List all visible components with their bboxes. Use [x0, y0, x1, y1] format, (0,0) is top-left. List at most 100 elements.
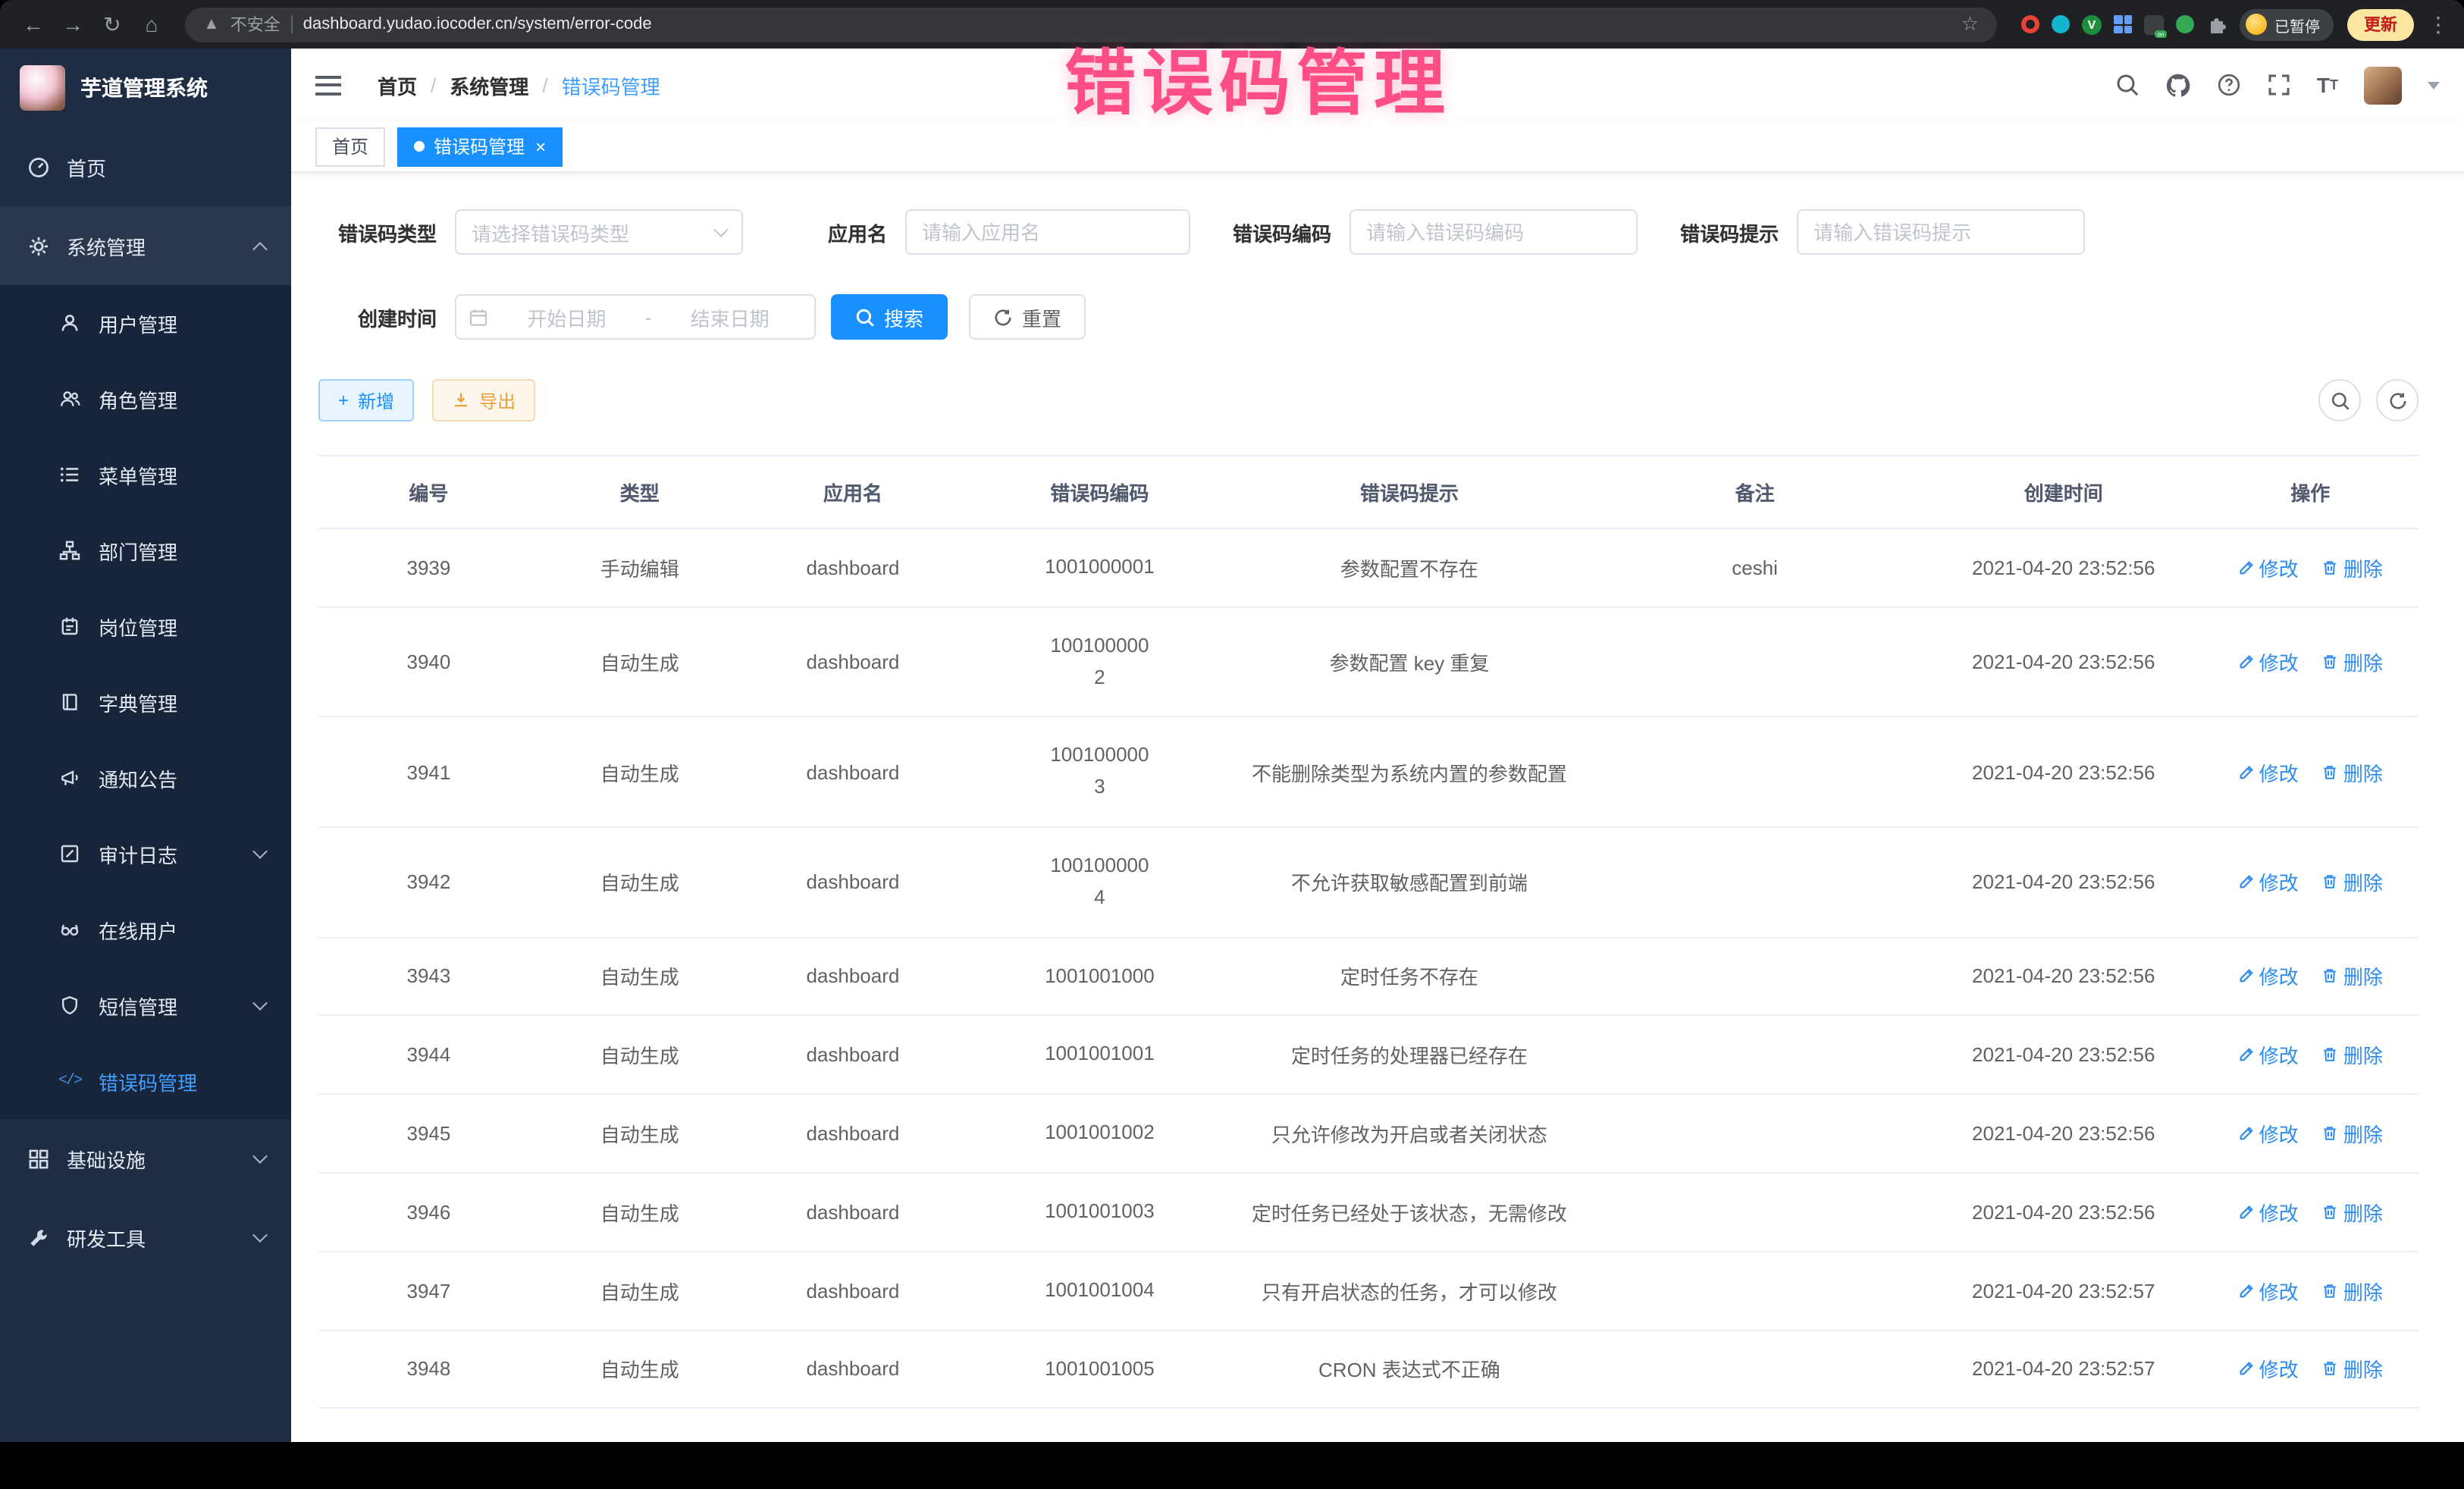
sidebar-item-dictionary[interactable]: 字典管理 — [0, 664, 291, 740]
cell-type: 自动生成 — [539, 717, 741, 827]
breadcrumb-system[interactable]: 系统管理 — [450, 71, 528, 99]
delete-link[interactable]: 删除 — [2322, 647, 2383, 676]
github-icon[interactable] — [2165, 72, 2191, 98]
fullscreen-icon[interactable] — [2267, 73, 2291, 97]
sidebar-item-online-users[interactable]: 在线用户 — [0, 892, 291, 967]
app-logo-row[interactable]: 芋道管理系统 — [0, 49, 291, 127]
edit-link[interactable]: 修改 — [2238, 1276, 2299, 1305]
sidebar-item-menus[interactable]: 菜单管理 — [0, 437, 291, 513]
cell-msg: 定时任务的处理器已经存在 — [1234, 1016, 1585, 1095]
export-button[interactable]: 导出 — [432, 379, 535, 422]
delete-link[interactable]: 删除 — [2322, 1041, 2383, 1070]
grid-extension-icon[interactable] — [2114, 15, 2132, 33]
user-avatar[interactable] — [2364, 66, 2402, 104]
profile-paused-badge[interactable]: 已暂停 — [2240, 8, 2334, 40]
error-type-select[interactable]: 请选择错误码类型 — [455, 209, 743, 255]
edit-link[interactable]: 修改 — [2238, 1198, 2299, 1227]
date-range-picker[interactable]: 开始日期 - 结束日期 — [455, 294, 816, 340]
breadcrumb-separator: / — [542, 74, 547, 96]
address-bar[interactable]: ▲ 不安全 dashboard.yudao.iocoder.cn/system/… — [185, 7, 1997, 42]
toggle-search-icon[interactable] — [2318, 379, 2361, 422]
cell-actions: 修改 删除 — [2202, 937, 2419, 1016]
delete-link[interactable]: 删除 — [2322, 962, 2383, 991]
sidebar-item-system[interactable]: 系统管理 — [0, 206, 291, 285]
close-icon[interactable]: × — [535, 136, 546, 157]
edit-link[interactable]: 修改 — [2238, 868, 2299, 897]
reset-button[interactable]: 重置 — [969, 294, 1086, 340]
delete-link[interactable]: 删除 — [2322, 868, 2383, 897]
delete-link[interactable]: 删除 — [2322, 1355, 2383, 1384]
puzzle-extensions-icon[interactable] — [2206, 14, 2227, 35]
edit-link[interactable]: 修改 — [2238, 1355, 2299, 1384]
delete-link[interactable]: 删除 — [2322, 1198, 2383, 1227]
sidebar-item-sms[interactable]: 短信管理 — [0, 967, 291, 1043]
help-icon[interactable] — [2217, 73, 2241, 97]
error-hint-input[interactable] — [1797, 209, 2085, 255]
sidebar-item-error-codes[interactable]: </> 错误码管理 — [0, 1043, 291, 1119]
back-icon[interactable]: ← — [15, 6, 52, 42]
sidebar-item-posts[interactable]: 岗位管理 — [0, 588, 291, 664]
sidebar-item-audit-logs[interactable]: 审计日志 — [0, 816, 291, 892]
home-icon[interactable]: ⌂ — [133, 6, 170, 42]
trash-icon — [2322, 560, 2339, 576]
sidebar-item-home[interactable]: 首页 — [0, 127, 291, 206]
sidebar-item-users[interactable]: 用户管理 — [0, 285, 291, 361]
users-icon — [58, 388, 82, 409]
delete-link[interactable]: 删除 — [2322, 1119, 2383, 1148]
cell-created: 2021-04-20 23:52:56 — [1925, 528, 2202, 607]
delete-link[interactable]: 删除 — [2322, 1276, 2383, 1305]
active-dot-icon — [414, 141, 425, 152]
hamburger-icon[interactable] — [315, 75, 341, 95]
sidebar-item-infrastructure[interactable]: 基础设施 — [0, 1119, 291, 1198]
sidebar-item-roles[interactable]: 角色管理 — [0, 361, 291, 437]
search-button[interactable]: 搜索 — [831, 294, 948, 340]
edit-link[interactable]: 修改 — [2238, 647, 2299, 676]
trash-icon — [2322, 874, 2339, 891]
filter-row-2: 创建时间 开始日期 - 结束日期 搜索 重置 — [318, 294, 2419, 340]
tab-home[interactable]: 首页 — [315, 127, 385, 166]
cell-created: 2021-04-20 23:52:56 — [1925, 1094, 2202, 1173]
dark-extension-icon[interactable]: on — [2144, 14, 2164, 34]
avatar-caret-icon[interactable] — [2428, 81, 2440, 89]
table-row: 3946 自动生成 dashboard 1001001003 定时任务已经处于该… — [318, 1173, 2419, 1252]
leaf-extension-icon[interactable] — [2176, 15, 2194, 33]
forward-icon[interactable]: → — [55, 6, 91, 42]
app-name-input[interactable] — [905, 209, 1190, 255]
record-extension-icon[interactable] — [2021, 15, 2039, 33]
col-remark: 备注 — [1585, 456, 1925, 528]
tab-error-codes[interactable]: 错误码管理 × — [397, 127, 563, 166]
browser-menu-icon[interactable]: ⋮ — [2428, 11, 2449, 37]
edit-link[interactable]: 修改 — [2238, 553, 2299, 582]
trash-icon — [2322, 1047, 2339, 1064]
refresh-table-icon[interactable] — [2376, 379, 2419, 422]
edit-link[interactable]: 修改 — [2238, 1119, 2299, 1148]
table-row: 3944 自动生成 dashboard 1001001001 定时任务的处理器已… — [318, 1016, 2419, 1095]
teal-extension-icon[interactable] — [2052, 15, 2070, 33]
breadcrumb-home[interactable]: 首页 — [378, 71, 417, 99]
add-button[interactable]: + 新增 — [318, 379, 414, 422]
error-code-input[interactable] — [1350, 209, 1638, 255]
sidebar-item-departments[interactable]: 部门管理 — [0, 513, 291, 588]
delete-link[interactable]: 删除 — [2322, 757, 2383, 786]
table-row: 3945 自动生成 dashboard 1001001002 只允许修改为开启或… — [318, 1094, 2419, 1173]
delete-link[interactable]: 删除 — [2322, 553, 2383, 582]
breadcrumb-separator: / — [431, 74, 436, 96]
table-row: 3948 自动生成 dashboard 1001001005 CRON 表达式不… — [318, 1330, 2419, 1409]
chevron-down-icon — [252, 844, 268, 859]
sidebar-item-dev-tools[interactable]: 研发工具 — [0, 1198, 291, 1277]
edit-link[interactable]: 修改 — [2238, 1041, 2299, 1070]
list-icon — [58, 464, 82, 485]
bookmark-star-icon[interactable]: ☆ — [1961, 12, 1979, 36]
reload-icon[interactable]: ↻ — [94, 6, 130, 42]
font-size-icon[interactable]: TT — [2317, 73, 2338, 97]
cell-actions: 修改 删除 — [2202, 1252, 2419, 1331]
sidebar-item-notices[interactable]: 通知公告 — [0, 740, 291, 816]
edit-link[interactable]: 修改 — [2238, 757, 2299, 786]
tab-label: 首页 — [332, 133, 368, 159]
pencil-icon — [2238, 560, 2255, 576]
browser-update-button[interactable]: 更新 — [2347, 8, 2414, 40]
url-text: dashboard.yudao.iocoder.cn/system/error-… — [303, 15, 652, 33]
search-icon[interactable] — [2115, 73, 2140, 97]
green-extension-icon[interactable]: V — [2082, 14, 2102, 34]
edit-link[interactable]: 修改 — [2238, 962, 2299, 991]
